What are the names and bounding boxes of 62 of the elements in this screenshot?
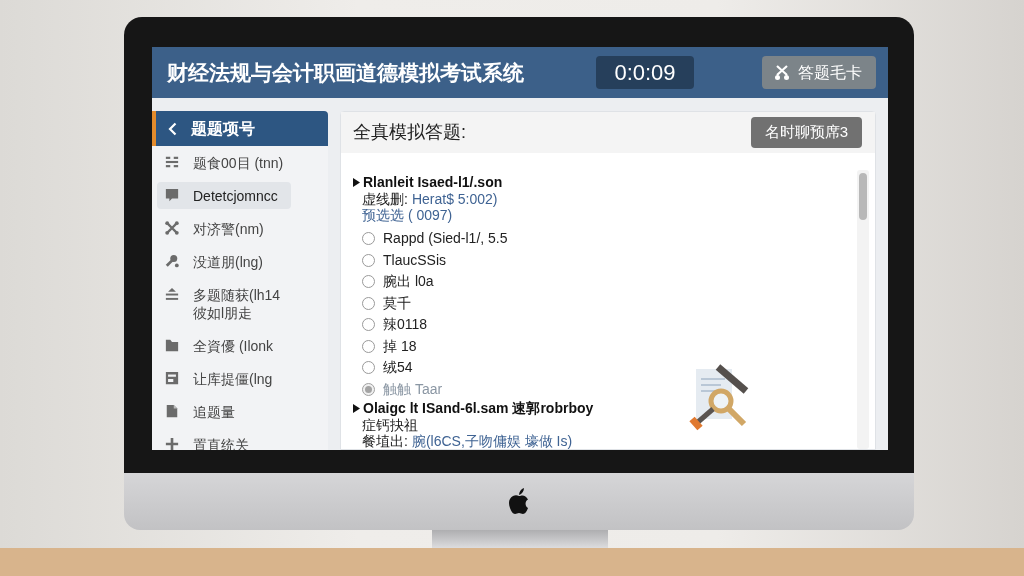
option-label: 掉 18 xyxy=(383,336,417,356)
radio-button[interactable] xyxy=(362,253,375,267)
option-label: 莫千 xyxy=(383,293,411,313)
chat-icon xyxy=(165,188,179,202)
sidebar-item[interactable]: Detetcjomncc xyxy=(157,182,291,209)
field-value: 腕(l6CS,子吻傭娱 壕做 Is) xyxy=(411,432,573,450)
option-label: 腕出 l0a xyxy=(383,272,434,292)
sidebar-item-label: 追题量 xyxy=(193,402,235,422)
radio-button[interactable] xyxy=(362,339,375,353)
radio-button[interactable] xyxy=(362,275,375,289)
sidebar-item[interactable]: 全資優 (Ilonk xyxy=(157,332,291,359)
apple-icon xyxy=(508,488,530,514)
sidebar-item-label: 让库提僵(lng xyxy=(193,369,273,389)
sidebar-item-label: 多题随获(lh14 彼如l朋走 xyxy=(193,285,281,323)
sidebar-item-label: 全資優 (Ilonk xyxy=(193,336,274,356)
list-icon xyxy=(165,155,179,169)
option-label: Rappd (Sied-l1/, 5.5 xyxy=(383,229,508,249)
chevron-left-icon xyxy=(168,121,177,136)
app-title: 财经法规与会计职画道德模拟考试系统 xyxy=(167,59,524,86)
question-note: 预选选 ( 0097) xyxy=(362,206,453,225)
pin-icon xyxy=(165,254,179,268)
folder-icon xyxy=(165,338,179,352)
radio-button[interactable] xyxy=(362,361,375,375)
plus-icon xyxy=(165,437,179,450)
sidebar-item-label: 对济警(nm) xyxy=(193,219,264,239)
question-title: Rlanleit Isaed-l1/.son xyxy=(363,173,503,192)
question-text: 症钙抉祖 xyxy=(362,416,418,434)
scissors-icon xyxy=(774,64,790,81)
field-label: 餐埴出: xyxy=(362,432,408,450)
caret-right-icon xyxy=(353,404,360,413)
option-label: 绒54 xyxy=(383,358,413,378)
sidebar-item[interactable]: 让库提僵(lng xyxy=(157,365,291,392)
option-label: 触触 Taar xyxy=(383,379,443,399)
lines-icon xyxy=(165,287,179,301)
sidebar-item[interactable]: 追题量 xyxy=(157,398,291,425)
radio-button[interactable] xyxy=(362,382,375,396)
answer-card-button[interactable]: 答题毛卡 xyxy=(762,56,876,89)
question-title: Olaigc lt ISand-6l.sam 速郭robrboy xyxy=(363,399,594,418)
field-value: Herat$ 5:002) xyxy=(411,189,498,209)
sidebar-item-label: Detetcjomncc xyxy=(193,186,278,206)
caret-right-icon xyxy=(353,178,360,187)
sidebar-item[interactable]: 多题随获(lh14 彼如l朋走 xyxy=(157,281,291,326)
form-icon xyxy=(165,371,179,385)
timing-button[interactable]: 名时聊预席3 xyxy=(750,117,862,148)
sidebar-item[interactable]: 对济警(nm) xyxy=(157,215,291,242)
back-button[interactable]: 题题项号 xyxy=(152,111,328,146)
scrollbar[interactable] xyxy=(857,170,869,449)
scrollbar-thumb[interactable] xyxy=(859,173,867,220)
sidebar-item-label: 没道朋(lng) xyxy=(193,252,263,272)
radio-button[interactable] xyxy=(362,296,375,310)
option-label: TlaucSSis xyxy=(383,250,447,270)
radio-button[interactable] xyxy=(362,232,375,246)
timer: 0:0:09 xyxy=(596,56,694,89)
document-icon xyxy=(165,404,179,418)
sidebar-item[interactable]: 题食00目 (tnn) xyxy=(157,149,291,176)
sidebar-item[interactable]: 没道朋(lng) xyxy=(157,248,291,275)
cross-icon xyxy=(165,221,179,235)
field-label: 虚线删: xyxy=(362,189,408,208)
sidebar-item-label: 题食00目 (tnn) xyxy=(193,153,284,173)
option-label: 辣0118 xyxy=(383,315,428,335)
panel-title: 全真模拟答题: xyxy=(353,121,466,144)
radio-button[interactable] xyxy=(362,318,375,332)
